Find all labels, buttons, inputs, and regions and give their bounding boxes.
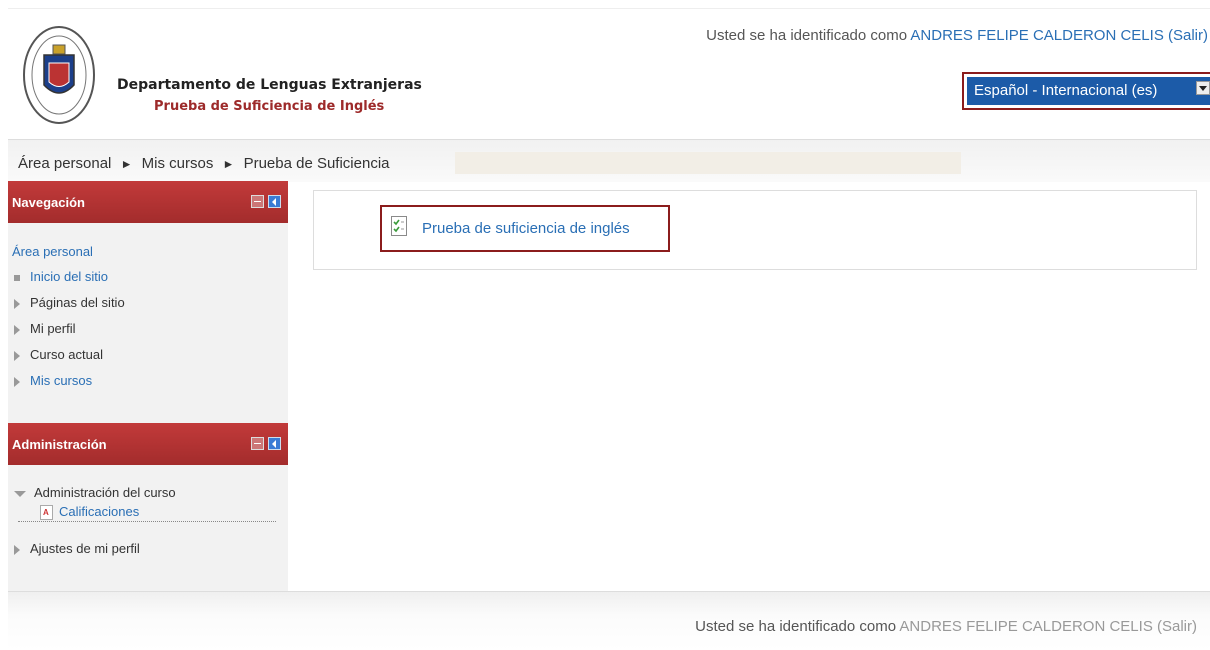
nav-item-label: Inicio del sitio (30, 269, 109, 284)
expand-arrow-icon (14, 544, 20, 555)
administration-block-title: Administración (12, 437, 107, 452)
footer-logout-link[interactable]: (Salir) (1157, 618, 1197, 635)
minimize-block-icon[interactable] (251, 195, 264, 208)
footer-login-info: Usted se ha identificado como ANDRES FEL… (695, 618, 1197, 635)
language-value: Español - Internacional (es) (967, 77, 1210, 105)
navigation-block-title: Navegación (12, 195, 85, 210)
site-subtitle: Prueba de Suficiencia de Inglés (154, 99, 385, 114)
admin-profile-settings[interactable]: Ajustes de mi perfil (14, 541, 140, 556)
nav-item-label: Mi perfil (30, 321, 76, 336)
expand-arrow-icon (14, 298, 20, 309)
nav-item-paginas-del-sitio[interactable]: Páginas del sitio (14, 295, 125, 310)
nav-item-inicio-del-sitio[interactable]: Inicio del sitio (14, 269, 108, 284)
admin-course-label: Administración del curso (34, 485, 176, 500)
grades-icon (40, 505, 53, 521)
expand-arrow-icon (14, 324, 20, 335)
nav-item-label: Curso actual (30, 347, 103, 362)
page-header: Departamento de Lenguas Extranjeras Prue… (8, 8, 1210, 139)
bullet-icon (14, 274, 20, 281)
department-name: Departamento de Lenguas Extranjeras (117, 77, 422, 93)
collapse-arrow-icon (14, 490, 26, 497)
language-select[interactable]: Español - Internacional (es) (962, 72, 1210, 110)
nav-item-curso-actual[interactable]: Curso actual (14, 347, 103, 362)
user-name-link[interactable]: ANDRES FELIPE CALDERON CELIS (910, 27, 1163, 44)
quiz-icon (391, 216, 407, 236)
navbar: Área personal ► Mis cursos ► Prueba de S… (8, 139, 1210, 182)
course-content: Prueba de suficiencia de inglés (313, 190, 1197, 270)
footer-login-prefix: Usted se ha identificado como (695, 618, 897, 635)
nav-item-label: Páginas del sitio (30, 295, 125, 310)
activity-link[interactable]: Prueba de suficiencia de inglés (422, 220, 630, 237)
nav-item-mis-cursos[interactable]: Mis cursos (14, 373, 92, 388)
login-prefix: Usted se ha identificado como (706, 27, 908, 44)
admin-grades-label: Calificaciones (59, 504, 140, 519)
breadcrumb-item-area-personal[interactable]: Área personal (18, 155, 111, 172)
expand-arrow-icon (14, 350, 20, 361)
page-footer: Usted se ha identificado como ANDRES FEL… (8, 591, 1210, 650)
breadcrumb: Área personal ► Mis cursos ► Prueba de S… (18, 155, 390, 172)
nav-item-mi-perfil[interactable]: Mi perfil (14, 321, 76, 336)
expand-arrow-icon (14, 376, 20, 387)
admin-grades-link[interactable]: Calificaciones (40, 504, 140, 521)
dock-block-icon[interactable] (268, 195, 281, 208)
dock-block-icon[interactable] (268, 437, 281, 450)
university-logo (23, 26, 95, 124)
nav-area-personal-link[interactable]: Área personal (12, 244, 93, 259)
breadcrumb-separator-icon: ► (222, 157, 235, 171)
logout-link[interactable]: (Salir) (1168, 27, 1208, 44)
nav-item-label: Mis cursos (30, 373, 93, 388)
activity-item: Prueba de suficiencia de inglés (380, 205, 670, 252)
login-info: Usted se ha identificado como ANDRES FEL… (706, 27, 1208, 44)
admin-profile-settings-label: Ajustes de mi perfil (30, 541, 140, 556)
administration-block-header: Administración (8, 423, 288, 465)
breadcrumb-item-current: Prueba de Suficiencia (243, 155, 390, 172)
admin-course-administration[interactable]: Administración del curso (14, 485, 176, 500)
divider (18, 521, 276, 522)
footer-user-name-link[interactable]: ANDRES FELIPE CALDERON CELIS (899, 618, 1152, 635)
dropdown-arrow-icon[interactable] (1196, 81, 1210, 95)
minimize-block-icon[interactable] (251, 437, 264, 450)
breadcrumb-highlight (455, 152, 961, 174)
breadcrumb-separator-icon: ► (120, 157, 133, 171)
sidebar: Navegación Área personal Inicio del siti… (8, 181, 288, 591)
navigation-block-header: Navegación (8, 181, 288, 223)
breadcrumb-item-mis-cursos[interactable]: Mis cursos (142, 155, 214, 172)
